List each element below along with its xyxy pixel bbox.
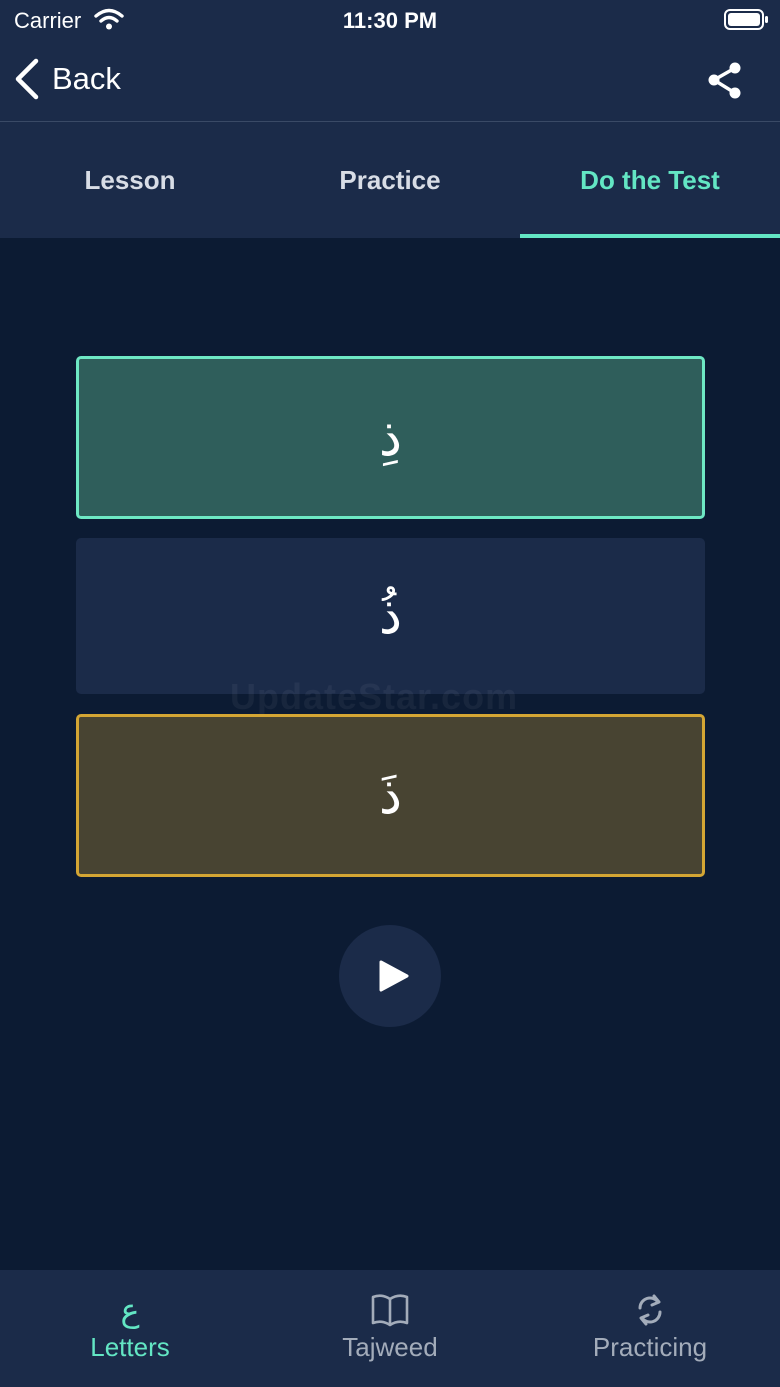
bottom-tab-letters[interactable]: ع Letters	[0, 1270, 260, 1387]
tab-lesson[interactable]: Lesson	[0, 122, 260, 238]
answer-letter: ذِ	[378, 407, 403, 468]
status-bar: Carrier 11:30 PM	[0, 0, 780, 40]
bottom-tab-tajweed[interactable]: Tajweed	[260, 1270, 520, 1387]
watermark: UpdateStar.com	[230, 676, 519, 717]
answer-option-selected[interactable]: ذَ	[76, 714, 705, 877]
segment-tabs: Lesson Practice Do the Test	[0, 122, 780, 238]
back-label: Back	[52, 61, 121, 96]
bottom-tab-label: Tajweed	[342, 1332, 438, 1362]
share-icon[interactable]	[704, 60, 746, 102]
bottom-tab-bar: ع Letters Tajweed Practicing	[0, 1270, 780, 1387]
refresh-icon	[638, 1294, 662, 1326]
answer-letter: ذَ	[378, 765, 403, 826]
back-button[interactable]: Back	[12, 56, 121, 102]
bottom-tab-practicing[interactable]: Practicing	[520, 1270, 780, 1387]
clock: 11:30 PM	[342, 8, 438, 33]
letters-icon: ع	[120, 1291, 140, 1329]
answer-option[interactable]: ذُ	[76, 538, 705, 694]
play-icon	[379, 960, 409, 992]
play-audio-button[interactable]	[339, 925, 441, 1027]
navigation-bar: Back	[0, 40, 780, 122]
bottom-tab-label: Practicing	[592, 1332, 708, 1362]
answer-option-correct[interactable]: ذِ	[76, 356, 705, 519]
test-area: ذِ ذُ UpdateStar.com ذَ	[0, 238, 780, 1270]
book-icon	[371, 1294, 409, 1327]
chevron-left-icon	[15, 58, 39, 100]
tab-do-the-test[interactable]: Do the Test	[520, 122, 780, 238]
answer-letter: ذُ	[378, 586, 403, 646]
battery-icon	[724, 9, 768, 30]
tab-practice[interactable]: Practice	[260, 122, 520, 238]
bottom-tab-label: Letters	[90, 1332, 170, 1362]
